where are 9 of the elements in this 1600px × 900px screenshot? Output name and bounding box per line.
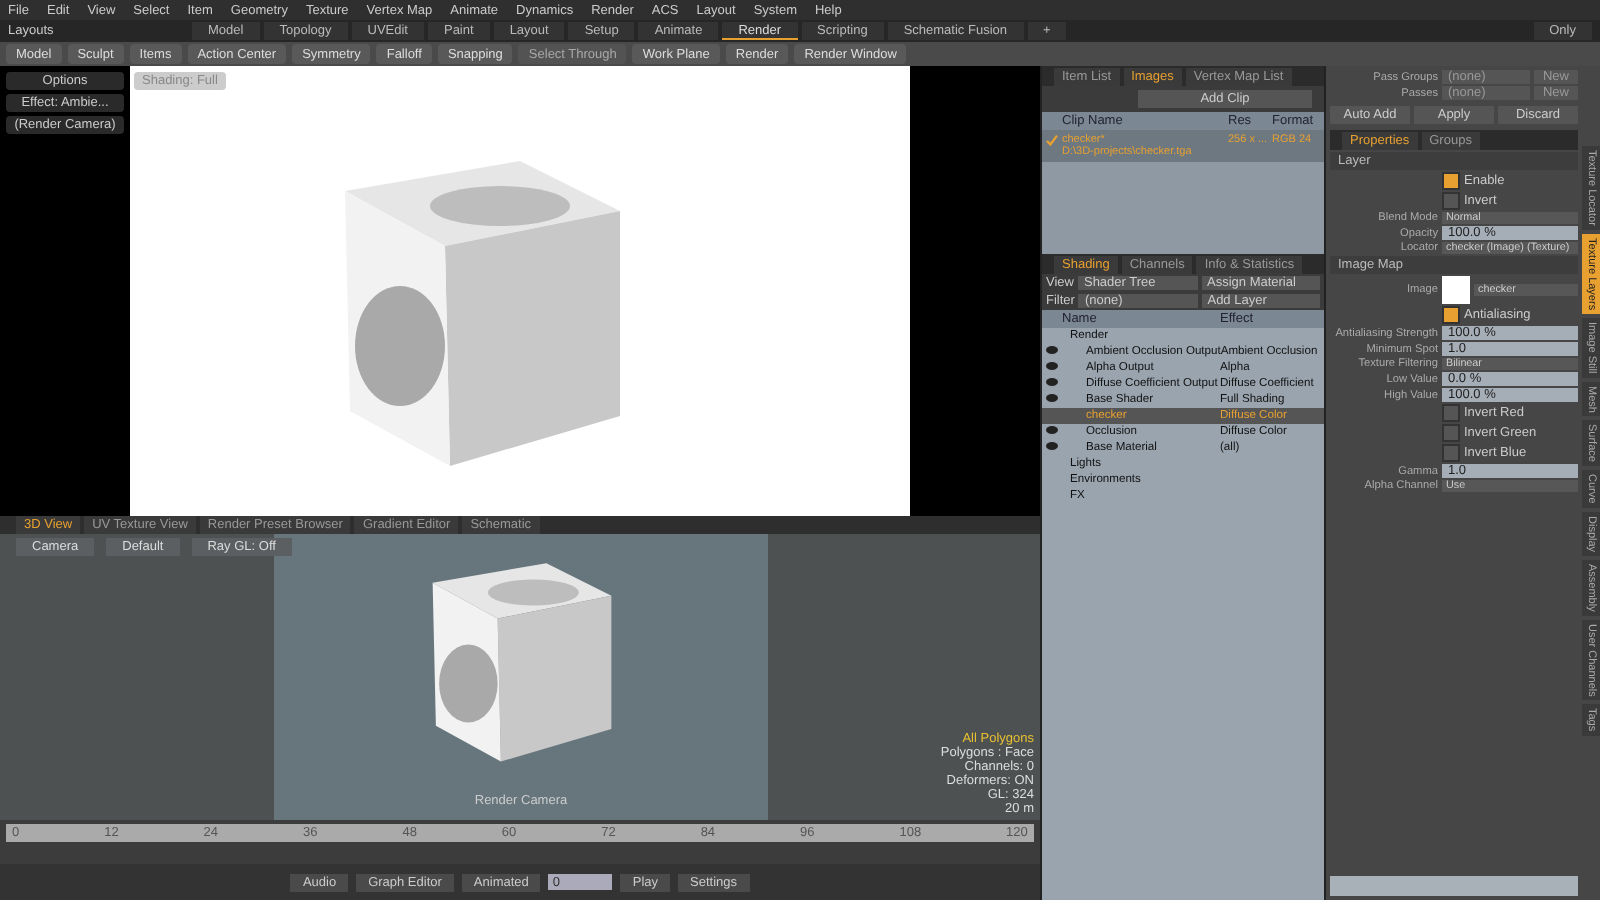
checkbox[interactable] xyxy=(1442,424,1460,442)
filter-field[interactable] xyxy=(1330,876,1578,896)
image-thumbnail xyxy=(1442,276,1470,304)
checkbox[interactable] xyxy=(1442,192,1460,210)
check-icon[interactable] xyxy=(1046,134,1058,146)
checkbox[interactable] xyxy=(1442,404,1460,422)
checkbox[interactable] xyxy=(1442,172,1460,190)
checkbox[interactable] xyxy=(1442,444,1460,462)
checkbox[interactable] xyxy=(1442,306,1460,324)
